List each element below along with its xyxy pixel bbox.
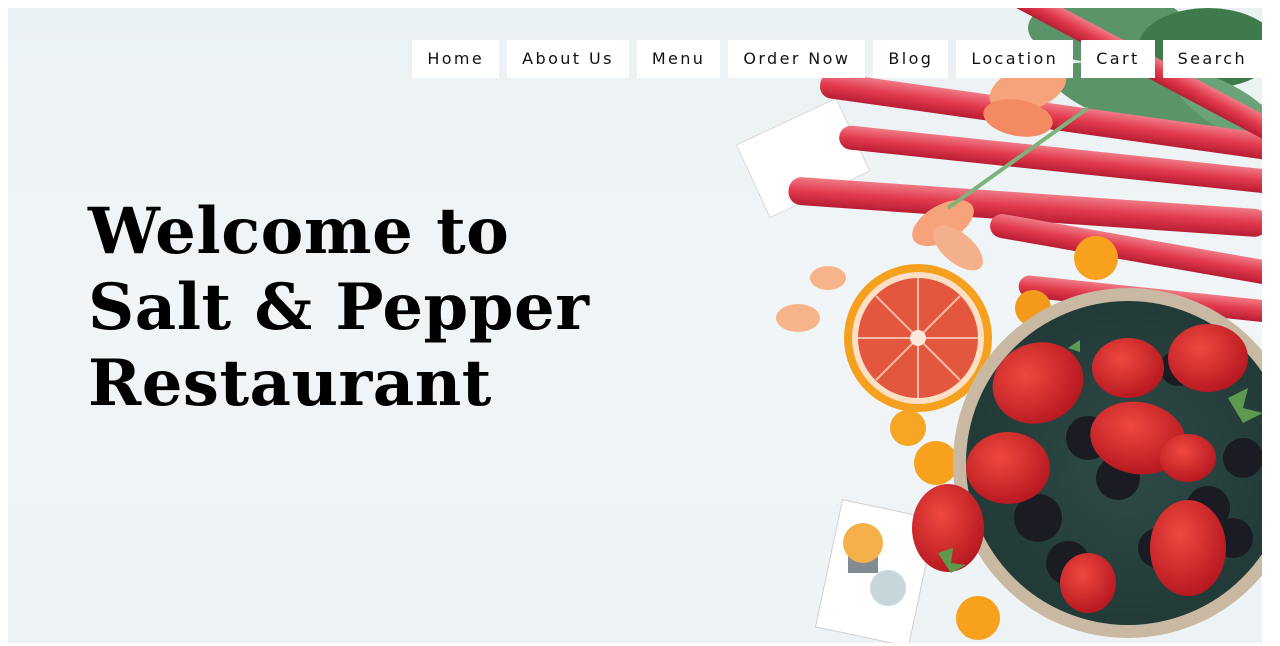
hero-headline-line-2: Salt & Pepper xyxy=(88,270,590,345)
nav-location[interactable]: Location xyxy=(956,40,1074,78)
nav-order-now[interactable]: Order Now xyxy=(728,40,866,78)
nav-menu[interactable]: Menu xyxy=(636,40,721,78)
main-nav: Home About Us Menu Order Now Blog Locati… xyxy=(412,40,1262,78)
hero-section: Home About Us Menu Order Now Blog Locati… xyxy=(8,8,1262,643)
nav-about-us[interactable]: About Us xyxy=(507,40,629,78)
nav-home[interactable]: Home xyxy=(412,40,500,78)
hero-headline-line-1: Welcome to xyxy=(88,194,510,269)
hero-food-image xyxy=(735,8,1262,643)
hero-headline: Welcome to Salt & Pepper Restaurant xyxy=(88,194,589,422)
nav-search[interactable]: Search xyxy=(1162,40,1262,78)
nav-blog[interactable]: Blog xyxy=(873,40,949,78)
hero-headline-line-3: Restaurant xyxy=(88,346,492,421)
nav-cart[interactable]: Cart xyxy=(1081,40,1155,78)
